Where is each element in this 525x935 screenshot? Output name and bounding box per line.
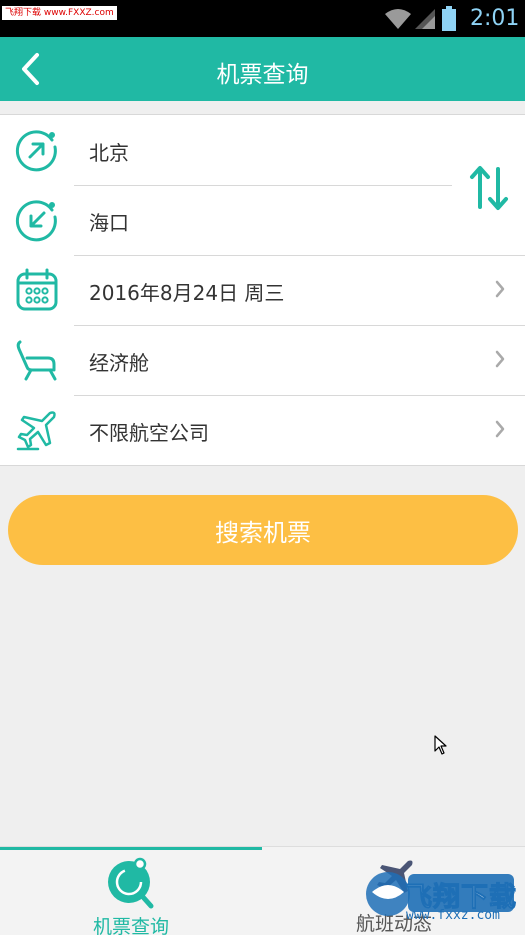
title-bar: 机票查询 (0, 37, 525, 101)
page-title: 机票查询 (216, 62, 309, 88)
watermark-banner: 飞翔下载 www.FXXZ.com (2, 6, 117, 20)
mouse-cursor-icon (434, 735, 447, 755)
cabin-class: 经济舱 (89, 351, 149, 375)
watermark-url: www.fxxz.com (406, 908, 500, 923)
battery-icon (442, 6, 456, 31)
chevron-right-icon (495, 280, 505, 298)
status-bar: 飞翔下载 www.FXXZ.com 2:01 (0, 0, 525, 37)
tab-flight-search[interactable]: 机票查询 (0, 847, 262, 935)
status-time: 2:01 (470, 6, 520, 31)
airline: 不限航空公司 (89, 421, 209, 445)
arrival-row[interactable]: 海口 (0, 185, 525, 255)
departure-city: 北京 (89, 141, 129, 165)
search-flights-button[interactable]: 搜索机票 (8, 495, 518, 565)
departure-date: 2016年8月24日 周三 (89, 281, 285, 305)
cabin-row[interactable]: 经济舱 (0, 325, 525, 395)
airplane-icon (16, 411, 56, 451)
swap-cities-button[interactable] (464, 163, 514, 213)
departure-row[interactable]: 北京 (0, 115, 525, 185)
seat-icon (16, 340, 57, 381)
signal-icon (415, 9, 435, 29)
date-row[interactable]: 2016年8月24日 周三 (0, 255, 525, 325)
chevron-right-icon (495, 420, 505, 438)
tab-label: 机票查询 (92, 916, 169, 935)
flight-search-form: 北京 海口 2016年8月24日 周三 经济舱 不限航空公司 (0, 114, 525, 466)
chevron-right-icon (495, 350, 505, 368)
arrival-city: 海口 (89, 211, 129, 235)
departure-icon (15, 130, 57, 172)
search-icon (108, 857, 154, 909)
airline-row[interactable]: 不限航空公司 (0, 395, 525, 465)
wifi-icon (385, 9, 411, 29)
calendar-icon (16, 268, 58, 311)
arrival-icon (15, 200, 57, 242)
